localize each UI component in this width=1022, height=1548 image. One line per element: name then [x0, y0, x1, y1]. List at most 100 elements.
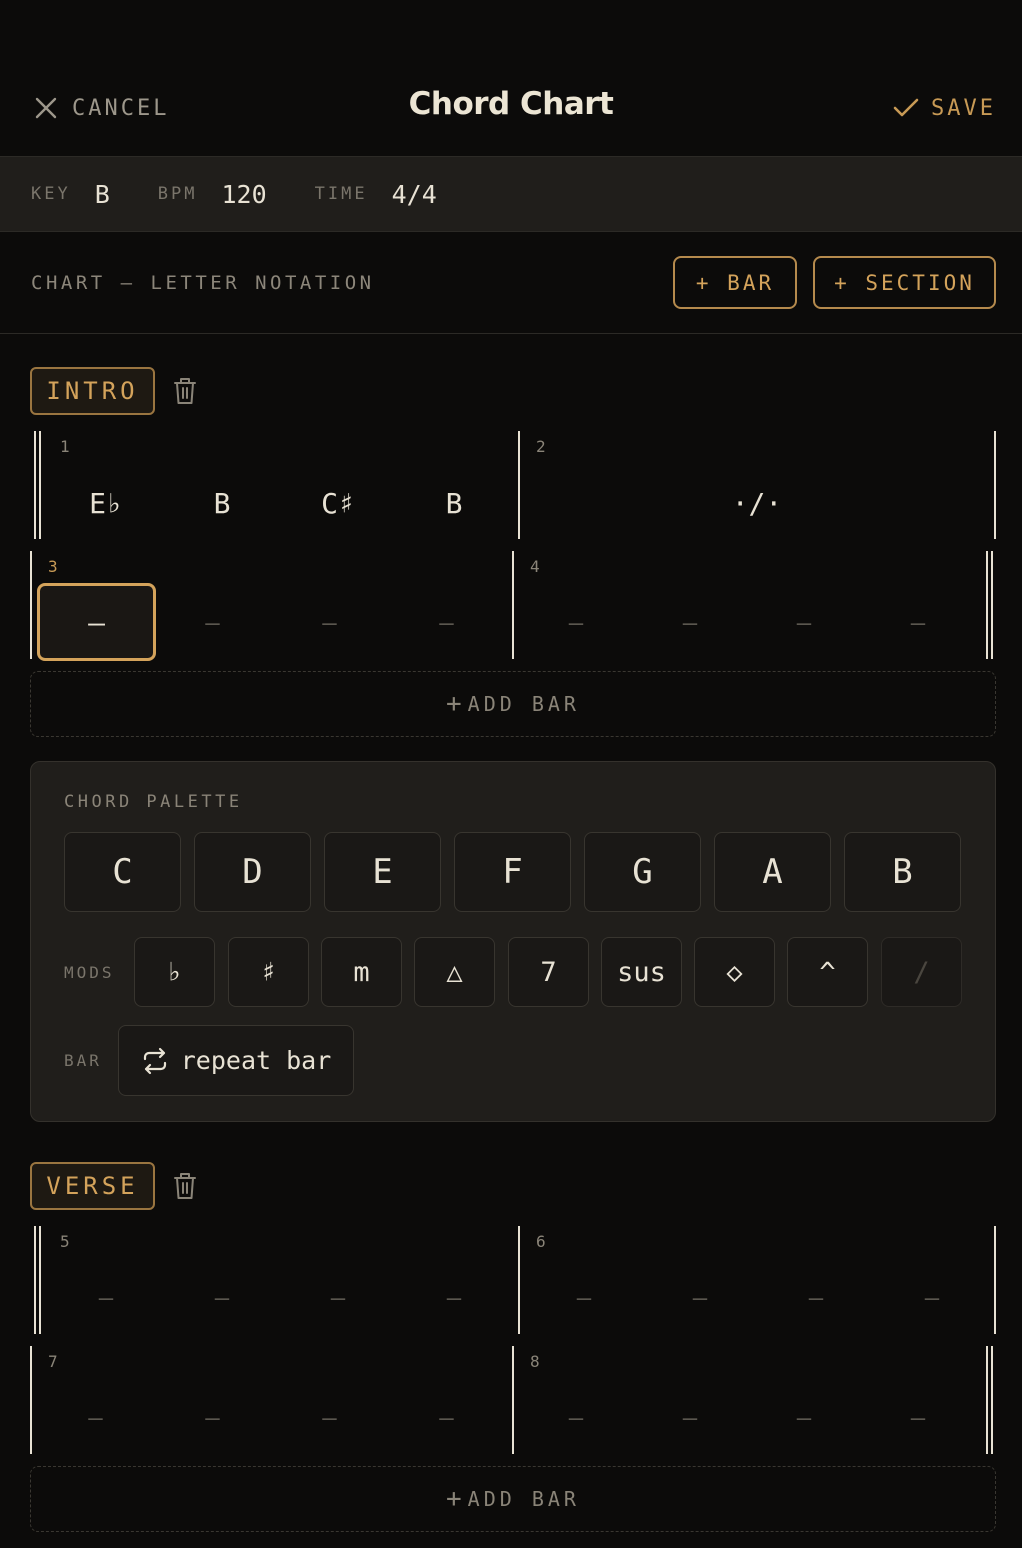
beat-slot[interactable]: —	[861, 599, 975, 647]
beat-slot[interactable]: —	[164, 1274, 280, 1322]
mod-diminished-button[interactable]: ◇	[694, 937, 775, 1007]
add-bar-label: ADD BAR	[467, 692, 580, 716]
beat-slot[interactable]: —	[280, 1274, 396, 1322]
song-meta-bar: KEY B BPM 120 TIME 4/4	[0, 157, 1022, 232]
mod-sharp-button[interactable]: ♯	[228, 937, 309, 1007]
note-button-g[interactable]: G	[584, 832, 701, 912]
end-barline	[986, 551, 988, 659]
mod-minor-button[interactable]: m	[321, 937, 402, 1007]
note-button-d[interactable]: D	[194, 832, 311, 912]
beat-slot[interactable]: —	[758, 1274, 874, 1322]
beat-slot[interactable]: C♯	[280, 479, 396, 527]
trash-icon[interactable]	[172, 1171, 198, 1201]
mod-slash-button[interactable]: /	[881, 937, 962, 1007]
mod-caret-button[interactable]: ^	[787, 937, 868, 1007]
section-tag-intro[interactable]: INTRO	[30, 367, 155, 415]
beat-slot[interactable]: —	[526, 1274, 642, 1322]
add-bar-label: ADD BAR	[467, 1487, 580, 1511]
page-title: Chord Chart	[408, 86, 614, 122]
repeat-bar-button[interactable]: repeat bar	[118, 1025, 354, 1096]
bar-number: 5	[60, 1232, 70, 1251]
note-button-f[interactable]: F	[454, 832, 571, 912]
note-button-b[interactable]: B	[844, 832, 961, 912]
beat-slot[interactable]: —	[388, 1394, 505, 1442]
save-button[interactable]: SAVE	[893, 92, 996, 124]
beat-slot[interactable]: —	[861, 1394, 975, 1442]
start-barline	[34, 431, 36, 539]
end-barline	[991, 1346, 993, 1454]
beat-slot[interactable]: —	[747, 599, 861, 647]
top-bar: CANCEL Chord Chart SAVE	[0, 0, 1022, 157]
beat-slot[interactable]: B	[396, 479, 512, 527]
note-button-c[interactable]: C	[64, 832, 181, 912]
key-value[interactable]: B	[95, 180, 110, 209]
mod-seventh-button[interactable]: 7	[508, 937, 589, 1007]
bar-row: 5 — — — — 6 — — — —	[30, 1226, 996, 1334]
beat-slot[interactable]: —	[747, 1394, 861, 1442]
barline	[994, 431, 996, 539]
start-barline	[39, 431, 41, 539]
bar-number: 2	[536, 437, 546, 456]
check-icon	[893, 98, 919, 117]
section-tag-verse[interactable]: VERSE	[30, 1162, 155, 1210]
bar-number: 7	[48, 1352, 58, 1371]
add-bar-button[interactable]: + BAR	[673, 256, 797, 309]
start-barline	[39, 1226, 41, 1334]
start-barline	[34, 1226, 36, 1334]
beat-slot[interactable]: —	[154, 1394, 271, 1442]
chart-toolbar: CHART — LETTER NOTATION + BAR + SECTION	[0, 232, 1022, 334]
mod-flat-button[interactable]: ♭	[134, 937, 215, 1007]
barline	[994, 1226, 996, 1334]
selected-beat-slot[interactable]: —	[37, 583, 156, 661]
beat-slot[interactable]: —	[48, 1274, 164, 1322]
bar-row: 1 E♭ B C♯ B 2 ·/·	[30, 431, 996, 539]
chord-palette: CHORD PALETTE C D E F G A B MODS ♭ ♯ m △…	[30, 761, 996, 1122]
add-bar-verse-button[interactable]: + ADD BAR	[30, 1466, 996, 1532]
add-bar-intro-button[interactable]: + ADD BAR	[30, 671, 996, 737]
trash-icon[interactable]	[172, 376, 198, 406]
beat-slot[interactable]: —	[519, 1394, 633, 1442]
beat-slot[interactable]: —	[874, 1274, 990, 1322]
barline	[512, 551, 514, 659]
beat-slot[interactable]: —	[388, 599, 505, 647]
save-label: SAVE	[931, 95, 996, 121]
beat-slot[interactable]: —	[519, 599, 633, 647]
end-barline	[991, 551, 993, 659]
barline	[30, 551, 32, 659]
beat-slot[interactable]: —	[633, 1394, 747, 1442]
time-signature-value[interactable]: 4/4	[392, 180, 437, 209]
plus-icon: +	[446, 689, 462, 719]
barline	[30, 1346, 32, 1454]
note-button-a[interactable]: A	[714, 832, 831, 912]
plus-icon: +	[446, 1484, 462, 1514]
bar-number: 6	[536, 1232, 546, 1251]
beat-slot[interactable]: —	[642, 1274, 758, 1322]
bar-row: 7 — — — — 8 — — — —	[30, 1346, 996, 1454]
beat-slot[interactable]: —	[396, 1274, 512, 1322]
repeat-bar-label: repeat bar	[180, 1046, 332, 1075]
bar-number: 8	[530, 1352, 540, 1371]
beat-slot[interactable]: —	[154, 599, 271, 647]
beat-slot[interactable]: —	[271, 599, 388, 647]
bar-tools-label: BAR	[64, 1051, 102, 1070]
bar-number: 4	[530, 557, 540, 576]
bar-number: 1	[60, 437, 70, 456]
beat-slot[interactable]: —	[37, 1394, 154, 1442]
mod-sus-button[interactable]: sus	[601, 937, 682, 1007]
repeat-bar-symbol[interactable]: ·/·	[525, 479, 989, 527]
bar-row: 3 — — — — 4 — — — —	[30, 551, 996, 661]
end-barline	[986, 1346, 988, 1454]
note-button-e[interactable]: E	[324, 832, 441, 912]
bpm-value[interactable]: 120	[222, 180, 267, 209]
key-label: KEY	[31, 184, 71, 204]
add-section-button[interactable]: + SECTION	[813, 256, 996, 309]
mods-label: MODS	[64, 963, 115, 982]
palette-title: CHORD PALETTE	[64, 792, 243, 812]
beat-slot[interactable]: —	[271, 1394, 388, 1442]
barline	[512, 1346, 514, 1454]
mod-major7-button[interactable]: △	[414, 937, 495, 1007]
beat-slot[interactable]: E♭	[48, 479, 164, 527]
beat-slot[interactable]: —	[633, 599, 747, 647]
barline	[518, 1226, 520, 1334]
beat-slot[interactable]: B	[164, 479, 280, 527]
